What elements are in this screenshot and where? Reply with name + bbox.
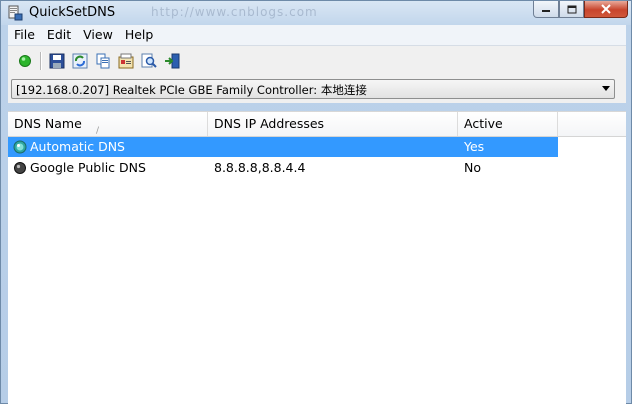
maximize-icon xyxy=(567,5,576,13)
column-header-label: DNS IP Addresses xyxy=(214,116,325,131)
table-row[interactable]: Google Public DNS 8.8.8.8,8.8.4.4 No xyxy=(8,158,558,178)
menu-view[interactable]: View xyxy=(77,25,119,45)
exit-icon xyxy=(165,53,180,69)
menu-bar: File Edit View Help xyxy=(8,25,626,45)
dropdown-arrow-icon[interactable] xyxy=(602,86,610,91)
green-dot-icon xyxy=(19,55,31,67)
refresh-button[interactable] xyxy=(69,50,91,72)
properties-icon xyxy=(118,53,134,69)
dns-name-cell: Google Public DNS xyxy=(30,160,146,175)
dns-active-cell: No xyxy=(464,160,481,175)
save-icon xyxy=(49,53,65,69)
find-icon xyxy=(141,53,157,68)
dns-active-cell: Yes xyxy=(464,139,485,154)
dns-ip-cell: 8.8.8.8,8.8.4.4 xyxy=(214,160,306,175)
exit-button[interactable] xyxy=(161,50,183,72)
minimize-button[interactable] xyxy=(533,1,559,18)
title-bar[interactable]: QuickSetDNS http://www.cnblogs.com xyxy=(1,1,631,25)
table-row[interactable]: Automatic DNS Yes xyxy=(8,137,558,157)
column-header-active[interactable]: Active xyxy=(458,112,558,136)
dns-list: DNS Name / DNS IP Addresses Active Autom… xyxy=(8,111,626,406)
list-header: DNS Name / DNS IP Addresses Active xyxy=(8,112,626,137)
save-button[interactable] xyxy=(46,50,68,72)
menu-edit[interactable]: Edit xyxy=(41,25,77,45)
dns-active-globe-icon xyxy=(13,140,27,154)
dns-name-cell: Automatic DNS xyxy=(30,139,125,154)
maximize-button[interactable] xyxy=(559,1,584,18)
minimize-icon xyxy=(542,10,550,12)
column-header-label: Active xyxy=(464,116,503,131)
close-icon xyxy=(601,4,611,14)
copy-icon xyxy=(96,53,110,69)
app-window: QuickSetDNS http://www.cnblogs.com File … xyxy=(0,0,632,406)
copy-button[interactable] xyxy=(92,50,114,72)
column-header-label: DNS Name xyxy=(14,116,82,131)
menu-file[interactable]: File xyxy=(8,25,41,45)
adapter-select-value: [192.168.0.207] Realtek PCIe GBE Family … xyxy=(16,83,367,97)
adapter-bar: [192.168.0.207] Realtek PCIe GBE Family … xyxy=(8,75,626,103)
app-icon xyxy=(8,5,23,21)
adapter-select[interactable]: [192.168.0.207] Realtek PCIe GBE Family … xyxy=(11,79,615,99)
find-button[interactable] xyxy=(138,50,160,72)
background-address-text: http://www.cnblogs.com xyxy=(151,5,318,19)
window-title: QuickSetDNS xyxy=(29,5,116,20)
refresh-icon xyxy=(72,53,88,69)
menu-help[interactable]: Help xyxy=(119,25,160,45)
column-header-dns-ip[interactable]: DNS IP Addresses xyxy=(208,112,458,136)
dns-inactive-dot-icon xyxy=(14,162,26,174)
properties-button[interactable] xyxy=(115,50,137,72)
column-header-dns-name[interactable]: DNS Name / xyxy=(8,112,208,136)
toolbar-separator xyxy=(40,52,41,70)
activate-dns-button[interactable] xyxy=(14,50,36,72)
close-button[interactable] xyxy=(584,1,628,18)
toolbar xyxy=(8,45,626,76)
